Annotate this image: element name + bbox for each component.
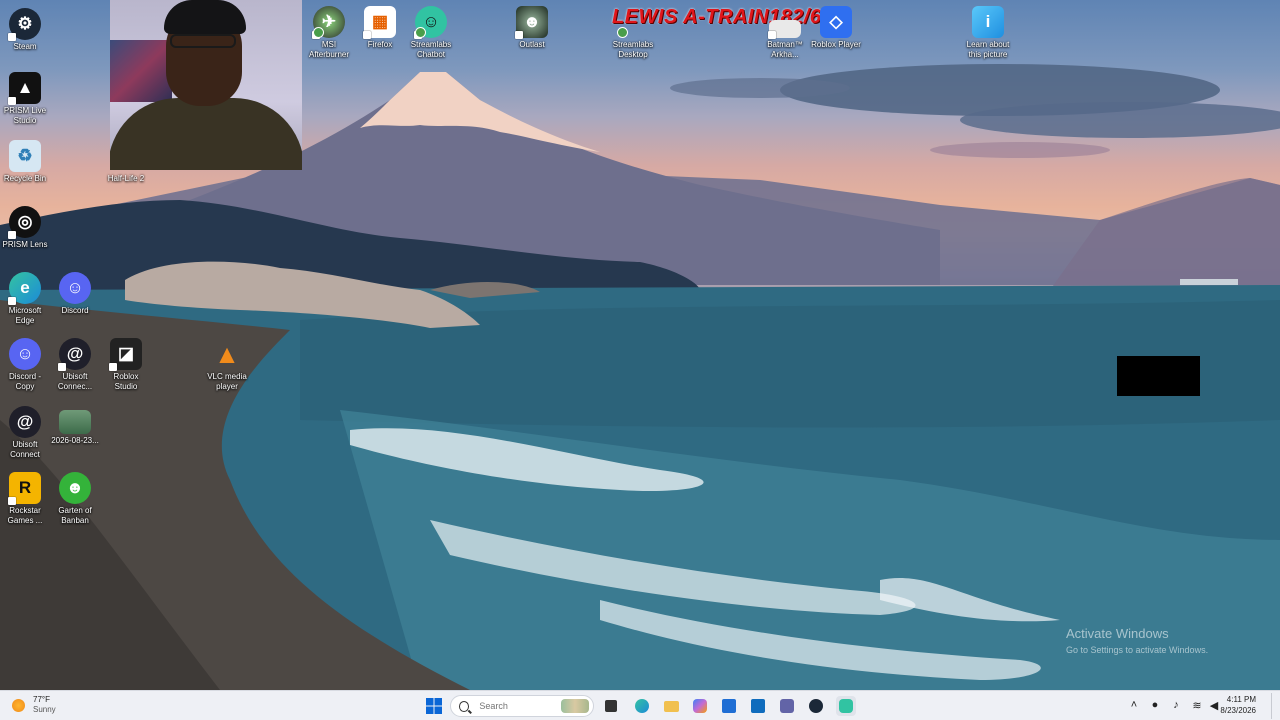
windows-start-icon (426, 698, 442, 714)
webcam-poster (110, 40, 172, 102)
desktop-icon-label: Half-Life 2 (107, 174, 145, 183)
desktop-icon-outlast[interactable]: ☻ Outlast (499, 6, 565, 50)
taskbar: 77°F Sunny ˄ ● ♪ ≋ (0, 690, 1280, 720)
desktop-icon-label: Outlast (519, 40, 545, 49)
desktop-icon-label: Streamlabs Desktop (612, 40, 654, 59)
streamlabs-desktop-icon (617, 20, 649, 38)
desktop-icon-roblox-studio[interactable]: ◪ Roblox Studio (93, 338, 159, 392)
prism-live-icon: ▲ (8, 72, 41, 105)
task-view-icon (605, 700, 617, 712)
desktop-icon-vlc[interactable]: ▲ VLC media player (194, 338, 260, 392)
half-life-icon (110, 140, 142, 172)
weather-text: 77°F Sunny (33, 695, 56, 715)
sun-icon (12, 698, 25, 712)
desktop-icon-label: 2026-08-23... (51, 436, 99, 445)
roblox-studio-icon: ◪ (109, 338, 142, 371)
activate-windows-watermark: Activate Windows Go to Settings to activ… (1066, 626, 1208, 655)
desktop-icon-discord[interactable]: ☺ Discord (42, 272, 108, 316)
desktop-icon-label: Learn about this picture (966, 40, 1010, 59)
desktop-icon-label: Roblox Studio (113, 372, 139, 391)
rockstar-icon: R (8, 472, 41, 505)
learn-picture-icon: i (972, 6, 1004, 38)
desktop-icon-label: Recycle Bin (3, 174, 47, 183)
microphone-icon[interactable]: ♪ (1169, 698, 1183, 712)
steam-icon (809, 699, 823, 713)
edge-icon (635, 699, 649, 713)
taskbar-search[interactable] (450, 695, 594, 717)
taskbar-outlook-button[interactable] (748, 696, 768, 716)
clock-date: 8/23/2026 (1220, 706, 1256, 715)
taskbar-clock[interactable]: 4:11 PM 8/23/2026 (1220, 694, 1256, 716)
vlc-icon: ▲ (214, 338, 240, 369)
firefox-icon: ▦ (363, 6, 396, 39)
start-button[interactable] (424, 696, 444, 716)
weather-temp: 77°F (33, 695, 50, 704)
tray-app-icon[interactable]: ● (1148, 698, 1162, 712)
volume-icon[interactable]: ◀ (1207, 698, 1221, 712)
desktop-icon-label: Garten of Banban (58, 506, 92, 525)
taskbar-teams-button[interactable] (777, 696, 797, 716)
desktop-icon-prism-lens[interactable]: ◎ PRISM Lens (0, 206, 58, 250)
desktop-icon-learn-about-picture[interactable]: i Learn about this picture (955, 6, 1021, 60)
desktop-icon-label: PRISM Lens (2, 240, 48, 249)
desktop-icon-label: Discord (61, 306, 89, 315)
weather-condition: Sunny (33, 705, 56, 714)
desktop-icon-label: Steam (13, 42, 37, 51)
desktop-icon-label: PRISM Live Studio (3, 106, 47, 125)
taskbar-steam-button[interactable] (806, 696, 826, 716)
video-file-icon (59, 410, 91, 434)
show-desktop-button[interactable] (1271, 693, 1280, 719)
copilot-icon (693, 699, 707, 713)
redaction-box (1117, 356, 1200, 396)
taskbar-streamlabs-button[interactable] (836, 696, 856, 716)
desktop-icon-half-life-2[interactable]: Half-Life 2 (93, 140, 159, 184)
activate-windows-subtitle: Go to Settings to activate Windows. (1066, 645, 1209, 655)
taskbar-file-explorer-button[interactable] (601, 696, 621, 716)
webcam-person-glasses (170, 34, 236, 48)
desktop-icon-garten-of-banban[interactable]: ☻ Garten of Banban (42, 472, 108, 526)
batman-icon (768, 20, 801, 39)
teams-icon (780, 699, 794, 713)
wifi-icon[interactable]: ≋ (1190, 698, 1204, 712)
outlook-icon (751, 699, 765, 713)
steam-icon: ⚙ (8, 8, 41, 41)
desktop-icon-streamlabs-chatbot[interactable]: ☺ Streamlabs Chatbot (398, 6, 464, 60)
taskbar-edge-button[interactable] (632, 696, 652, 716)
desktop-icon-video-file[interactable]: 2026-08-23... (42, 410, 108, 446)
desktop-icon-label: Roblox Player (811, 40, 861, 49)
streamlabs-chatbot-icon: ☺ (414, 6, 447, 39)
taskbar-copilot-button[interactable] (690, 696, 710, 716)
weather-widget[interactable]: 77°F Sunny (12, 695, 56, 715)
edge-icon: e (8, 272, 41, 305)
garten-icon: ☻ (59, 472, 91, 504)
prism-lens-icon: ◎ (8, 206, 41, 239)
desktop-icon-recycle-bin[interactable]: ♻ Recycle Bin (0, 140, 58, 184)
taskbar-store-button[interactable] (719, 696, 739, 716)
activate-windows-title: Activate Windows (1066, 626, 1169, 641)
discord-icon: ☺ (59, 272, 91, 304)
discord-icon: ☺ (9, 338, 41, 370)
ubisoft-icon: @ (9, 406, 41, 438)
desktop-icon-steam[interactable]: ⚙ Steam (0, 8, 58, 52)
tray-overflow-chevron-icon[interactable]: ˄ (1127, 698, 1141, 712)
folder-icon (663, 700, 679, 712)
store-icon (722, 699, 736, 713)
msi-afterburner-icon: ✈ (312, 6, 345, 39)
search-icon (459, 700, 470, 712)
desktop-icon-roblox-player[interactable]: ◇ Roblox Player (803, 6, 869, 50)
desktop-icon-label: Streamlabs Chatbot (410, 40, 452, 59)
ubisoft-icon: @ (58, 338, 91, 371)
search-input[interactable] (477, 700, 562, 712)
search-highlight-icon (561, 699, 589, 713)
desktop-icon-label: VLC media player (207, 372, 247, 391)
roblox-player-icon: ◇ (820, 6, 852, 38)
webcam-person-hat (164, 0, 246, 34)
streamlabs-icon (839, 699, 853, 713)
desktop-icon-streamlabs-desktop[interactable]: Streamlabs Desktop (600, 20, 666, 60)
clock-time: 4:11 PM (1226, 695, 1256, 704)
recycle-bin-icon: ♻ (9, 140, 41, 172)
taskbar-folder-button[interactable] (661, 696, 681, 716)
desktop-icon-prism-live-studio[interactable]: ▲ PRISM Live Studio (0, 72, 58, 126)
outlast-icon: ☻ (515, 6, 548, 39)
